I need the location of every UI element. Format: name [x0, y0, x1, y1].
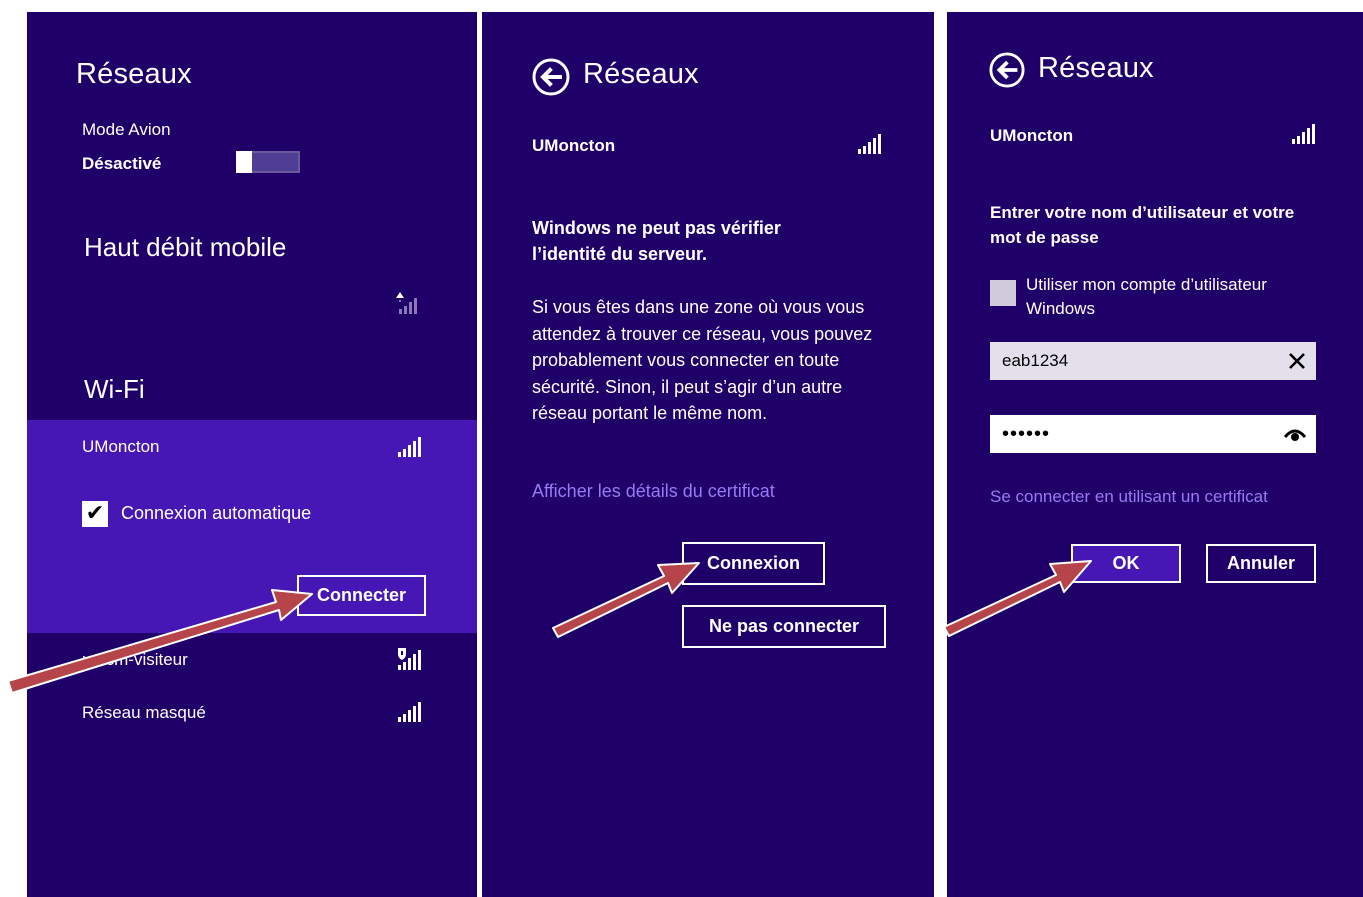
back-arrow-icon[interactable]: [532, 58, 570, 96]
connect-button[interactable]: Connexion: [682, 542, 825, 585]
username-value: eab1234: [1002, 351, 1069, 370]
page-title: Réseaux: [76, 58, 192, 90]
wifi-heading: Wi-Fi: [84, 374, 145, 404]
ok-button[interactable]: OK: [1071, 544, 1181, 583]
network-name: UMoncton: [990, 126, 1074, 145]
clear-icon[interactable]: [1288, 342, 1306, 380]
networks-panel-server-warning: Réseaux UMoncton Windows ne peut pas vér…: [482, 12, 934, 897]
use-windows-account-checkbox[interactable]: [990, 280, 1016, 306]
network-name: UMoncton: [82, 437, 160, 456]
wifi-signal-icon: [1292, 124, 1315, 144]
certificate-details-link[interactable]: Afficher les détails du certificat: [532, 481, 775, 502]
network-item-umcm-visiteur[interactable]: umcm-visiteur: [82, 650, 188, 670]
cancel-button[interactable]: Annuler: [1206, 544, 1316, 583]
networks-panel-list: Réseaux Mode Avion Désactivé Haut débit …: [27, 12, 477, 897]
page-title: Réseaux: [1038, 52, 1154, 84]
network-name: UMoncton: [532, 136, 616, 155]
auto-connect-label: Connexion automatique: [121, 503, 312, 523]
airplane-mode-label: Mode Avion: [82, 120, 171, 139]
mobile-signal-icon: [396, 292, 417, 314]
selected-network-row[interactable]: UMoncton ✔ Connexion automatique Connect…: [27, 420, 477, 633]
credentials-prompt: Entrer votre nom d’utilisateur et votre …: [990, 203, 1295, 247]
network-item-hidden[interactable]: Réseau masqué: [82, 703, 206, 723]
auto-connect-checkbox[interactable]: ✔: [82, 501, 108, 527]
wifi-signal-icon: [398, 702, 421, 722]
page-title: Réseaux: [583, 58, 699, 90]
reveal-password-icon[interactable]: [1284, 415, 1306, 453]
networks-panel-credentials: Réseaux UMoncton Entrer votre nom d’util…: [947, 12, 1363, 897]
password-input[interactable]: ••••••: [990, 415, 1316, 453]
certificate-signin-link[interactable]: Se connecter en utilisant un certificat: [990, 487, 1268, 507]
airplane-mode-toggle[interactable]: [236, 151, 300, 173]
use-windows-account-label: Utiliser mon compte d’utilisateur Window…: [1026, 275, 1267, 318]
warning-title: Windows ne peut pas vérifier l’identité …: [532, 218, 781, 264]
warning-body: Si vous êtes dans une zone où vous vous …: [532, 297, 873, 423]
username-input[interactable]: eab1234: [990, 342, 1316, 380]
dont-connect-button[interactable]: Ne pas connecter: [682, 605, 886, 648]
wifi-signal-icon: [398, 437, 421, 457]
connect-button[interactable]: Connecter: [297, 575, 426, 616]
airplane-mode-state: Désactivé: [82, 154, 162, 173]
mobile-broadband-heading: Haut débit mobile: [84, 232, 287, 262]
checkmark-icon: ✔: [85, 501, 105, 526]
wifi-signal-icon: [858, 134, 881, 154]
back-arrow-icon[interactable]: [989, 52, 1025, 88]
shield-wifi-icon: [398, 648, 421, 670]
password-value: ••••••: [1002, 422, 1051, 445]
